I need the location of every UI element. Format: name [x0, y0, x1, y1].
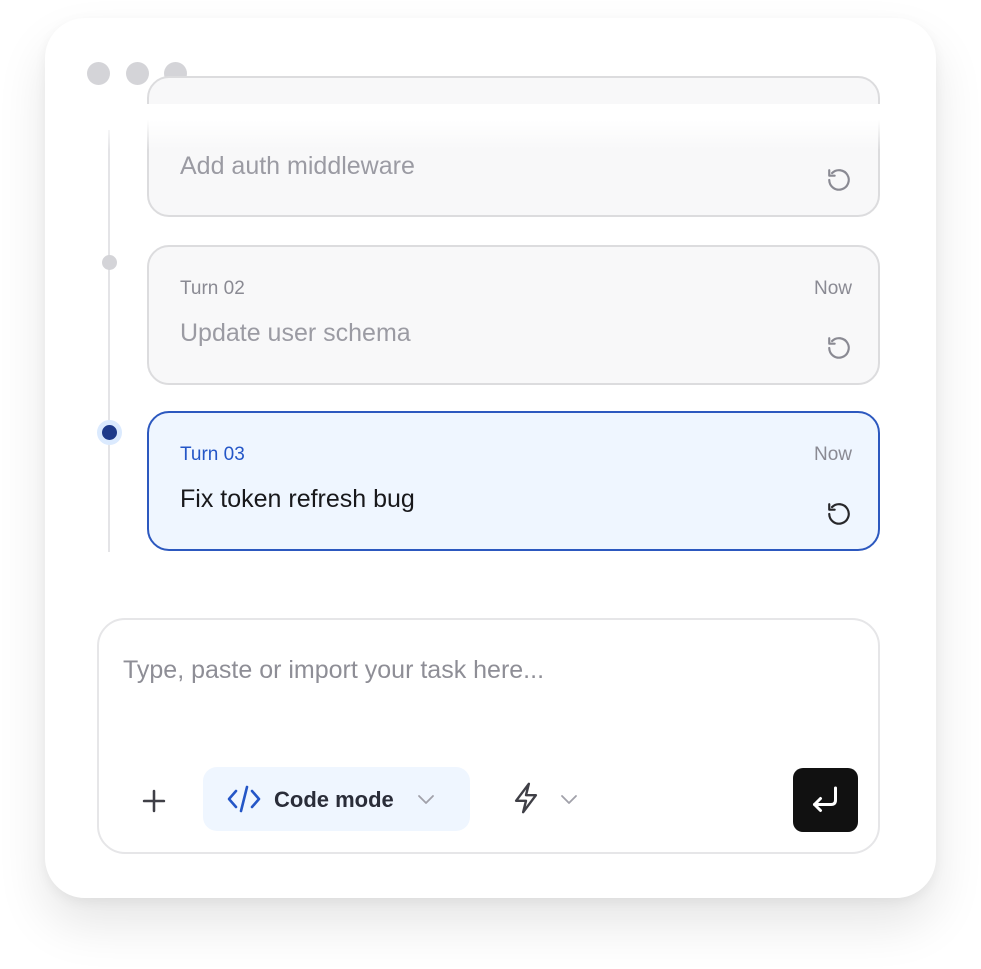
turn-timestamp: Now: [813, 444, 852, 465]
enter-icon: [813, 786, 837, 812]
composer: Code mode: [97, 618, 880, 854]
scroll-fade: [45, 104, 936, 150]
restore-icon[interactable]: [826, 501, 852, 527]
submit-button[interactable]: [793, 768, 858, 832]
code-icon: [227, 785, 261, 813]
timeline-node-active: [97, 420, 122, 445]
turn-card[interactable]: Turn 02 Now Update user schema: [147, 245, 880, 385]
mode-selector-button[interactable]: Code mode: [203, 767, 470, 831]
turn-title: Fix token refresh bug: [180, 485, 415, 513]
chevron-down-icon: [561, 795, 577, 804]
chevron-down-icon: [418, 795, 434, 804]
plus-icon[interactable]: [137, 784, 171, 818]
turn-card-active[interactable]: Turn 03 Now Fix token refresh bug: [147, 411, 880, 551]
turn-label: Turn 03: [180, 444, 245, 465]
restore-icon[interactable]: [826, 167, 852, 193]
timeline-node: [102, 255, 117, 270]
bolt-icon: [514, 782, 538, 814]
app-window: Add auth middleware Turn 02 Now Update u…: [45, 18, 936, 898]
turn-timestamp: Now: [813, 278, 852, 299]
window-control-dot[interactable]: [126, 62, 149, 85]
window-control-dot[interactable]: [87, 62, 110, 85]
turn-title: Add auth middleware: [180, 152, 415, 180]
turn-label: Turn 02: [180, 278, 245, 299]
restore-icon[interactable]: [826, 335, 852, 361]
mode-label: Code mode: [274, 787, 394, 812]
task-input[interactable]: [123, 650, 823, 690]
turn-title: Update user schema: [180, 319, 411, 347]
timeline-line: [108, 130, 110, 552]
speed-selector-button[interactable]: [509, 779, 589, 819]
